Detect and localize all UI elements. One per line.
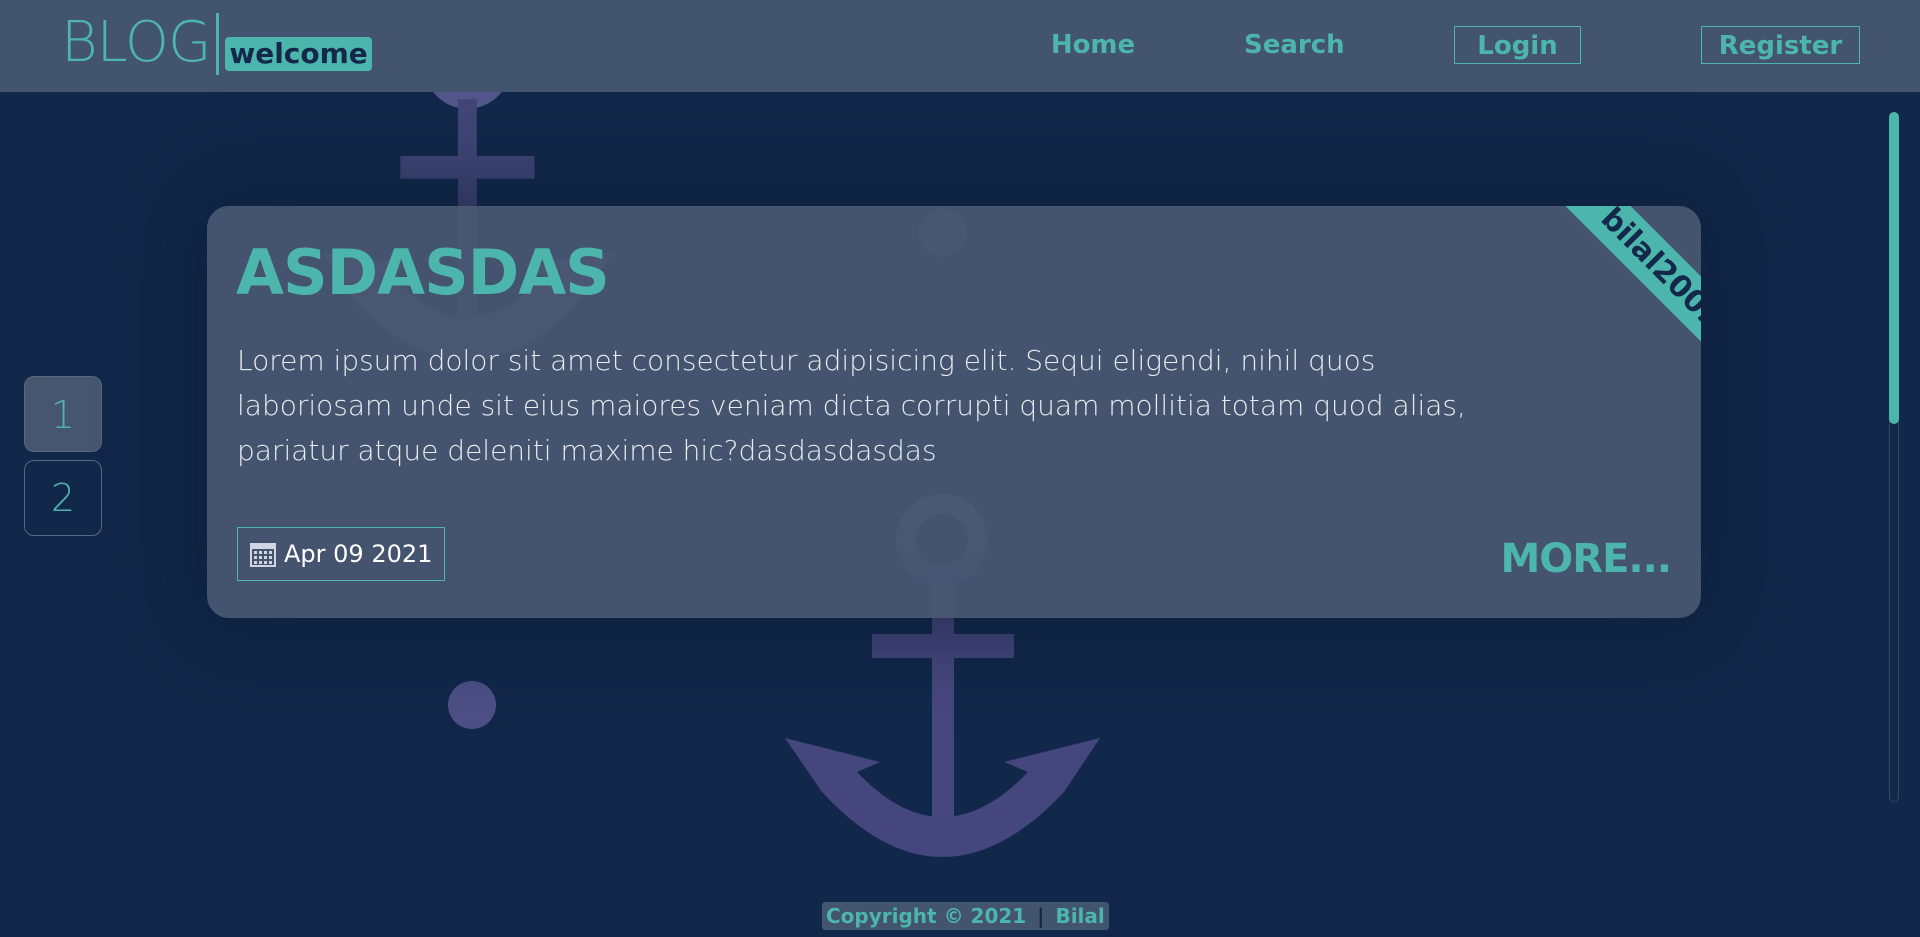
- post-title[interactable]: ASDASDAS: [236, 236, 610, 309]
- navbar: BLOG welcome Home Search Login Register: [0, 0, 1920, 92]
- brand-tag: welcome: [225, 37, 372, 71]
- brand-divider: [216, 13, 220, 75]
- read-more-link[interactable]: MORE...: [1500, 536, 1672, 582]
- page-button-2[interactable]: 2: [24, 460, 102, 536]
- page-button-1[interactable]: 1: [24, 376, 102, 452]
- brand-logo[interactable]: BLOG welcome: [61, 5, 372, 75]
- login-button[interactable]: Login: [1454, 26, 1581, 64]
- author-ribbon: bilal2001: [1551, 206, 1701, 356]
- calendar-icon: [250, 543, 276, 567]
- nav-home-link[interactable]: Home: [1046, 26, 1140, 64]
- post-excerpt: Lorem ipsum dolor sit amet consectetur a…: [237, 344, 1466, 467]
- post-card: bilal2001 ASDASDAS Lorem ipsum dolor sit…: [207, 206, 1701, 618]
- brand-name: BLOG: [61, 10, 211, 75]
- author-name: bilal2001: [1552, 206, 1701, 356]
- decorative-dot: [448, 681, 496, 729]
- footer-copyright: Copyright © 2021: [826, 904, 1027, 928]
- scrollbar-thumb[interactable]: [1889, 112, 1899, 424]
- post-date-text: Apr 09 2021: [284, 540, 433, 568]
- footer-separator: |: [1037, 904, 1045, 928]
- register-button[interactable]: Register: [1701, 26, 1860, 64]
- footer: Copyright © 2021 | Bilal: [822, 902, 1109, 930]
- nav-search-link[interactable]: Search: [1244, 26, 1345, 64]
- post-date: Apr 09 2021: [237, 527, 446, 581]
- footer-author: Bilal: [1055, 904, 1105, 928]
